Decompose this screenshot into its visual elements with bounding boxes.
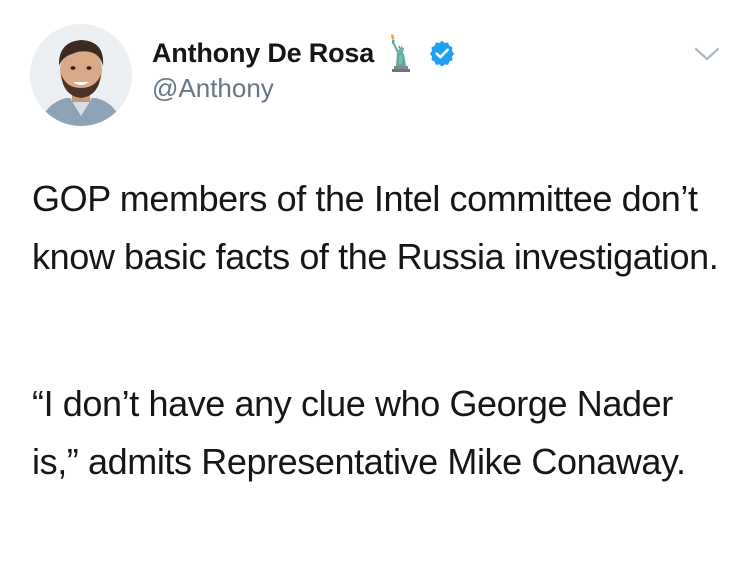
statue-of-liberty-icon [384,33,414,73]
tweet-card: Anthony De Rosa @Anthony GOP members of … [0,0,750,586]
verified-badge-icon [428,39,456,67]
avatar-image [30,24,132,126]
display-name[interactable]: Anthony De Rosa [152,38,374,69]
user-handle[interactable]: @Anthony [152,73,274,104]
name-row: Anthony De Rosa [152,33,456,73]
avatar[interactable] [30,24,132,126]
chevron-down-icon[interactable] [692,44,722,64]
tweet-text-paragraph-2: “I don’t have any clue who George Nader … [32,383,686,482]
tweet-text-paragraph-1: GOP members of the Intel committee don’t… [32,178,719,277]
